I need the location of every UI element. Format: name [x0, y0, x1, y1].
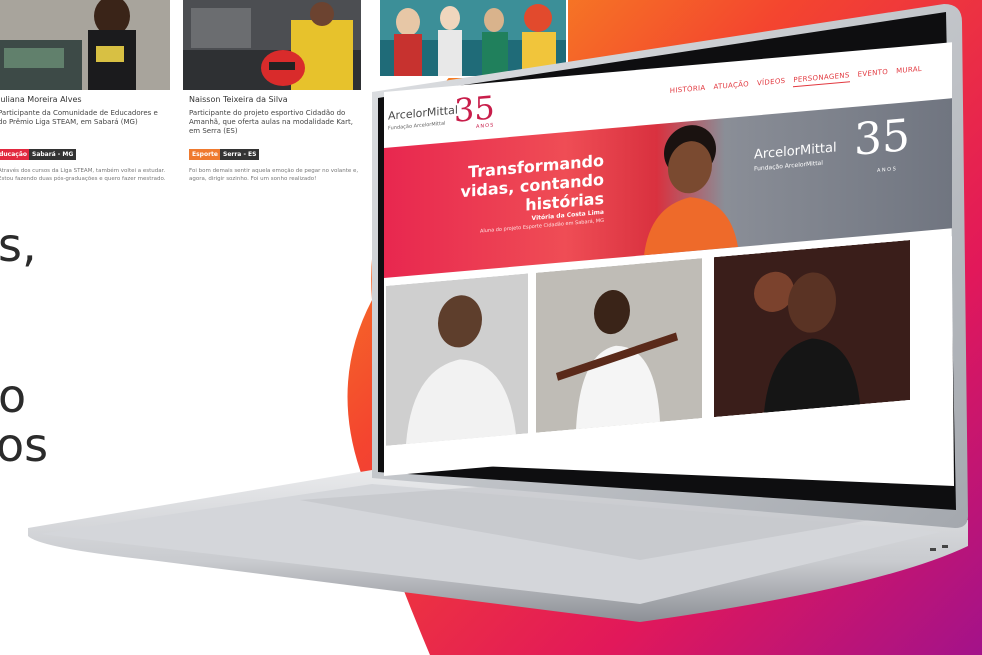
menu-evento[interactable]: EVENTO: [858, 68, 888, 82]
personagem-tile-3[interactable]: [714, 239, 910, 418]
menu-historia[interactable]: HISTÓRIA: [670, 84, 706, 98]
hero-anos-label: ANOS: [877, 166, 898, 174]
brand-subtitle: Fundação ArcelorMittal: [388, 120, 446, 132]
hero-35-logo: 35: [854, 109, 910, 166]
main-menu: HISTÓRIA ATUAÇÃO VÍDEOS PERSONAGENS EVEN…: [670, 65, 922, 98]
anniversary-anos-label: ANOS: [476, 122, 495, 130]
hero-person-photo: [644, 125, 738, 256]
menu-videos[interactable]: VÍDEOS: [757, 77, 785, 90]
hero-arcelormittal-logo: ArcelorMittal: [754, 140, 837, 163]
menu-atuacao[interactable]: ATUAÇÃO: [713, 80, 748, 94]
menu-mural[interactable]: MURAL: [896, 65, 922, 78]
arcelormittal-logo[interactable]: ArcelorMittal: [388, 104, 458, 123]
personagem-tile-2[interactable]: [536, 258, 702, 433]
laptop-screen: ArcelorMittal Fundação ArcelorMittal 35 …: [384, 0, 952, 480]
personagem-tile-1[interactable]: [386, 273, 528, 446]
menu-personagens[interactable]: PERSONAGENS: [793, 71, 850, 88]
